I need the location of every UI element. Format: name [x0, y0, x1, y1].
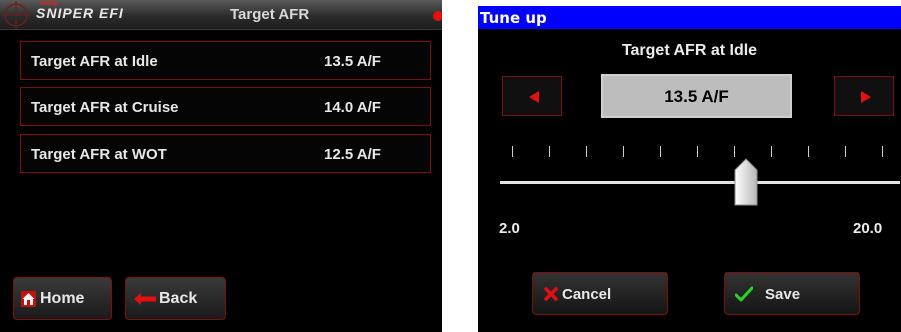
dialog-titlebar: Tune up — [478, 6, 901, 29]
menu-item-value: 14.0 A/F — [324, 99, 381, 116]
home-button[interactable]: Home — [13, 277, 112, 320]
crosshair-icon — [2, 1, 30, 29]
back-button-label: Back — [159, 290, 198, 307]
cancel-button[interactable]: Cancel — [532, 272, 668, 315]
home-button-label: Home — [40, 290, 85, 307]
menu-item-label: Target AFR at WOT — [31, 146, 167, 163]
back-arrow-icon — [134, 293, 156, 305]
menu-item-cruise[interactable]: Target AFR at Cruise 14.0 A/F — [20, 87, 431, 126]
cancel-button-label: Cancel — [562, 286, 612, 303]
slider-tick — [697, 146, 698, 157]
back-button[interactable]: Back — [125, 277, 226, 320]
target-afr-screen: Holley SNIPER EFI Target AFR Target AFR … — [0, 0, 442, 332]
slider-tick — [882, 146, 883, 157]
tune-up-dialog: Tune up Target AFR at Idle 13.5 A/F 2.0 … — [478, 6, 901, 332]
slider-max-label: 20.0 — [853, 220, 883, 237]
increment-button[interactable] — [834, 76, 894, 116]
brand-logo: SNIPER EFI — [36, 5, 124, 21]
header-bar: Holley SNIPER EFI Target AFR — [0, 0, 442, 30]
menu-item-value: 13.5 A/F — [324, 53, 381, 70]
slider-thumb[interactable] — [734, 158, 758, 206]
slider-tick — [512, 146, 513, 157]
dialog-title: Tune up — [480, 9, 547, 27]
page-title: Target AFR — [230, 6, 310, 23]
menu-item-label: Target AFR at Cruise — [31, 99, 179, 116]
save-button[interactable]: Save — [724, 272, 860, 315]
value-slider-track[interactable] — [500, 181, 900, 184]
setting-name: Target AFR at Idle — [621, 42, 758, 59]
current-value: 13.5 A/F — [664, 87, 729, 106]
slider-tick — [808, 146, 809, 157]
slider-tick — [845, 146, 846, 157]
x-icon — [544, 287, 558, 301]
menu-item-idle[interactable]: Target AFR at Idle 13.5 A/F — [20, 41, 431, 80]
home-icon — [21, 291, 36, 307]
left-arrow-icon — [529, 91, 539, 103]
slider-tick — [660, 146, 661, 157]
slider-tick — [623, 146, 624, 157]
slider-min-label: 2.0 — [499, 220, 520, 237]
slider-tick — [586, 146, 587, 157]
value-display: 13.5 A/F — [601, 74, 792, 118]
save-button-label: Save — [765, 286, 801, 303]
decrement-button[interactable] — [502, 76, 562, 116]
slider-tick — [549, 146, 550, 157]
menu-item-value: 12.5 A/F — [324, 146, 381, 163]
right-arrow-icon — [861, 91, 871, 103]
menu-item-label: Target AFR at Idle — [31, 53, 158, 70]
menu-item-wot[interactable]: Target AFR at WOT 12.5 A/F — [20, 134, 431, 173]
status-indicator — [433, 11, 442, 21]
slider-tick — [734, 146, 735, 157]
checkmark-icon — [735, 286, 753, 302]
slider-tick — [771, 146, 772, 157]
